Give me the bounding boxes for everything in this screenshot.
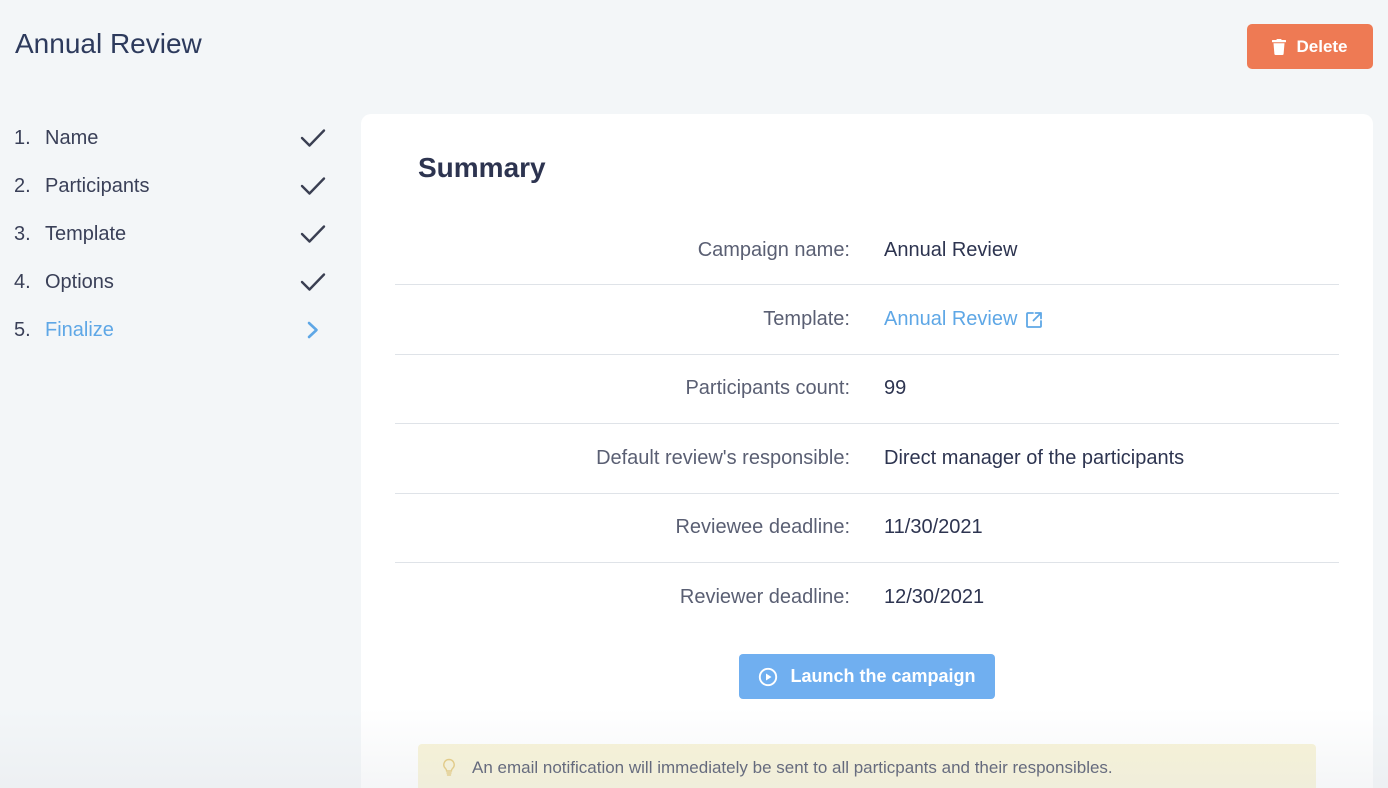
step-number: 5. bbox=[14, 318, 31, 341]
play-circle-icon bbox=[759, 667, 778, 686]
step-finalize[interactable]: 5. Finalize bbox=[14, 306, 334, 354]
email-notice: An email notification will immediately b… bbox=[418, 744, 1316, 788]
summary-row-reviewee-deadline: Reviewee deadline: 11/30/2021 bbox=[395, 494, 1339, 563]
lightbulb-icon bbox=[443, 758, 455, 776]
check-icon bbox=[298, 267, 328, 297]
page-title: Annual Review bbox=[15, 28, 202, 59]
summary-row-campaign-name: Campaign name: Annual Review bbox=[395, 216, 1339, 286]
summary-label: Reviewer deadline: bbox=[679, 586, 850, 609]
email-notice-text: An email notification will immediately b… bbox=[472, 758, 1113, 777]
external-link-icon bbox=[1026, 311, 1043, 328]
step-participants[interactable]: 2. Participants bbox=[14, 162, 334, 210]
step-label: Participants bbox=[45, 174, 150, 197]
summary-list: Campaign name: Annual Review Template: A… bbox=[395, 216, 1339, 632]
summary-label: Reviewee deadline: bbox=[675, 516, 850, 539]
summary-label: Campaign name: bbox=[697, 238, 850, 261]
summary-value: 12/30/2021 bbox=[884, 586, 985, 609]
summary-row-default-responsible: Default review's responsible: Direct man… bbox=[395, 424, 1339, 494]
check-icon bbox=[298, 219, 328, 249]
step-number: 1. bbox=[14, 126, 31, 149]
delete-button-label: Delete bbox=[1296, 36, 1348, 56]
step-label: Template bbox=[45, 222, 127, 245]
step-label: Name bbox=[45, 126, 99, 149]
trash-icon bbox=[1272, 38, 1287, 55]
step-number: 2. bbox=[14, 174, 31, 197]
template-link-label: Annual Review bbox=[884, 308, 1018, 331]
summary-title: Summary bbox=[418, 152, 546, 183]
summary-value: Annual Review bbox=[884, 238, 1018, 261]
summary-row-reviewer-deadline: Reviewer deadline: 12/30/2021 bbox=[395, 563, 1339, 632]
summary-label: Participants count: bbox=[685, 377, 850, 400]
summary-card: Summary Campaign name: Annual Review Tem… bbox=[361, 114, 1373, 788]
delete-button[interactable]: Delete bbox=[1247, 24, 1373, 69]
summary-label: Default review's responsible: bbox=[596, 446, 850, 469]
summary-row-template: Template: Annual Review bbox=[395, 285, 1339, 355]
step-name[interactable]: 1. Name bbox=[14, 114, 334, 162]
step-template[interactable]: 3. Template bbox=[14, 210, 334, 258]
launch-campaign-label: Launch the campaign bbox=[790, 666, 976, 686]
step-options[interactable]: 4. Options bbox=[14, 258, 334, 306]
template-link[interactable]: Annual Review bbox=[884, 308, 1043, 331]
launch-campaign-button[interactable]: Launch the campaign bbox=[739, 654, 995, 699]
check-icon bbox=[298, 171, 328, 201]
step-number: 4. bbox=[14, 270, 31, 293]
summary-value: 99 bbox=[884, 377, 907, 400]
summary-value: Direct manager of the participants bbox=[884, 446, 1185, 469]
step-label: Finalize bbox=[45, 318, 114, 341]
summary-label: Template: bbox=[763, 308, 850, 331]
check-icon bbox=[298, 123, 328, 153]
summary-value: 11/30/2021 bbox=[884, 516, 983, 539]
chevron-right-icon bbox=[298, 315, 328, 345]
step-label: Options bbox=[45, 270, 114, 293]
summary-row-participants-count: Participants count: 99 bbox=[395, 355, 1339, 425]
step-number: 3. bbox=[14, 222, 31, 245]
stepper-nav: 1. Name 2. Participants 3. Template 4. Optio… bbox=[14, 114, 334, 354]
